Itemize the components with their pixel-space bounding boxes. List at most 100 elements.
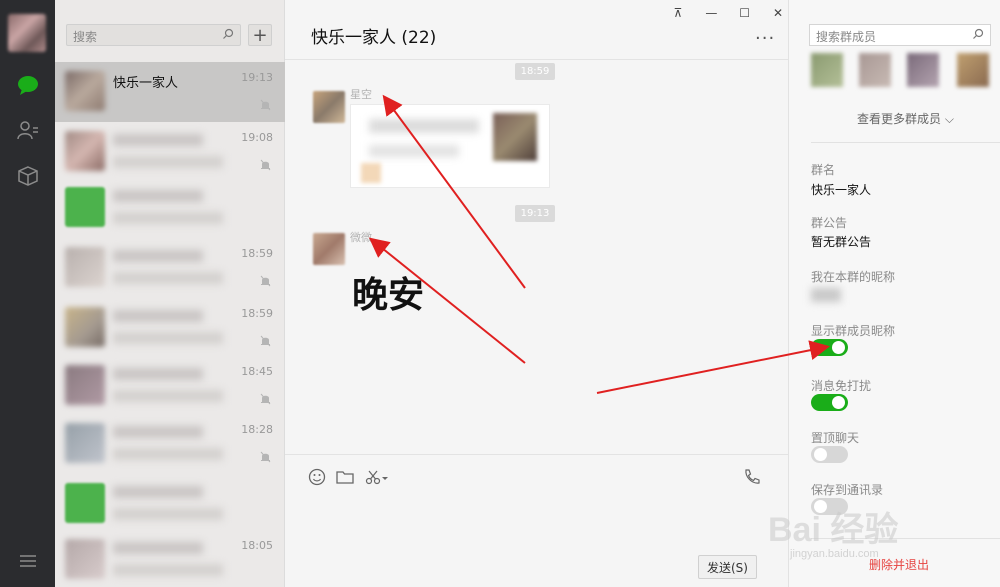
show-nickname-toggle[interactable] — [811, 339, 848, 356]
user-avatar[interactable] — [8, 14, 46, 52]
plus-icon: + — [252, 24, 268, 46]
chat-preview-blurred — [113, 564, 223, 576]
left-navigation-rail — [0, 0, 55, 587]
chat-preview-blurred — [113, 508, 223, 520]
chat-avatar — [65, 483, 105, 523]
group-name-label: 群名 — [811, 163, 836, 177]
chat-nav-button[interactable] — [0, 67, 55, 103]
mute-bell-icon — [260, 448, 271, 467]
sender-name: 微微 — [350, 231, 372, 244]
menu-icon — [19, 555, 36, 567]
chat-preview-blurred — [113, 390, 223, 402]
more-options-button[interactable]: ··· — [755, 28, 775, 49]
member-search-input[interactable]: 搜索群成员 — [809, 24, 991, 46]
search-placeholder: 搜索 — [73, 30, 98, 44]
mute-toggle[interactable] — [811, 394, 848, 411]
chat-name-blurred — [113, 250, 203, 262]
save-contacts-label: 保存到通讯录 — [811, 483, 884, 497]
collection-nav-button[interactable] — [0, 158, 55, 194]
chat-title: 快乐一家人 (22) — [311, 28, 437, 48]
my-nickname-value-blurred[interactable] — [811, 288, 841, 302]
pin-chat-toggle[interactable] — [811, 446, 848, 463]
chat-list-item[interactable]: 18:28 — [55, 414, 285, 474]
view-more-members-link[interactable]: 查看更多群成员 ⌵ — [857, 110, 954, 127]
mute-bell-icon — [260, 332, 271, 351]
shared-card-bubble[interactable] — [350, 104, 550, 188]
member-avatar[interactable] — [907, 53, 939, 87]
divider — [811, 142, 1000, 143]
close-button[interactable]: ✕ — [768, 6, 788, 24]
chat-list-item[interactable]: 18:05 — [55, 530, 285, 587]
chat-preview-blurred — [113, 272, 223, 284]
chat-name-blurred — [113, 368, 203, 380]
call-icon — [745, 469, 760, 484]
group-name-value[interactable]: 快乐一家人 — [811, 181, 871, 198]
add-chat-button[interactable]: + — [248, 24, 272, 46]
sender-avatar[interactable] — [313, 233, 345, 265]
folder-icon — [336, 471, 354, 484]
chat-list-item[interactable]: 18:59 — [55, 298, 285, 358]
member-avatar[interactable] — [859, 53, 891, 87]
chat-avatar — [65, 423, 105, 463]
sender-avatar[interactable] — [313, 91, 345, 123]
contacts-icon — [16, 121, 38, 140]
chat-name: 快乐一家人 — [113, 76, 179, 91]
goodnight-sticker[interactable]: 晚安 — [352, 266, 424, 318]
chat-preview-blurred — [113, 156, 223, 168]
pin-window-button[interactable]: ⊼ — [668, 6, 688, 24]
member-avatar[interactable] — [957, 53, 989, 87]
chat-avatar — [65, 71, 105, 111]
mute-bell-icon — [260, 96, 271, 115]
settings-menu-button[interactable] — [0, 549, 55, 573]
chat-name-blurred — [113, 190, 203, 202]
emoji-button[interactable] — [307, 467, 327, 487]
send-file-button[interactable] — [335, 467, 355, 487]
member-avatar[interactable] — [811, 53, 843, 87]
send-button[interactable]: 发送(S) — [698, 555, 757, 579]
chat-list-item[interactable]: 18:45 — [55, 356, 285, 416]
maximize-button[interactable]: ☐ — [735, 6, 755, 24]
chat-list-item[interactable] — [55, 474, 285, 534]
mute-bell-icon — [260, 390, 271, 409]
baidu-watermark: Bai 经验 — [768, 502, 898, 551]
chat-list-item[interactable]: 19:08 — [55, 122, 285, 182]
voice-call-button[interactable] — [742, 467, 762, 487]
watermark-url: jingyan.baidu.com — [790, 548, 879, 560]
sender-name: 星空 — [350, 88, 372, 101]
screenshot-button[interactable] — [363, 467, 393, 487]
contacts-nav-button[interactable] — [0, 112, 55, 148]
mute-label: 消息免打扰 — [811, 379, 872, 393]
time-stamp: 19:13 — [515, 205, 555, 222]
chat-list-item[interactable]: 18:59 — [55, 238, 285, 298]
my-nickname-label: 我在本群的昵称 — [811, 270, 896, 284]
chat-time: 18:05 — [241, 539, 273, 552]
group-notice-value[interactable]: 暂无群公告 — [811, 233, 871, 250]
chat-preview-blurred — [113, 332, 223, 344]
chat-name-blurred — [113, 542, 203, 554]
chat-list-item[interactable]: 快乐一家人 19:13 — [55, 62, 285, 122]
scissors-icon — [365, 470, 388, 485]
chat-icon — [17, 76, 38, 95]
chat-search-input[interactable]: 搜索 — [66, 24, 241, 46]
message-input-area[interactable]: 发送(S) — [285, 454, 788, 587]
mute-bell-icon — [260, 272, 271, 291]
group-notice-label: 群公告 — [811, 216, 848, 230]
chat-time: 18:28 — [241, 423, 273, 436]
chat-preview-blurred — [113, 212, 223, 224]
pin-chat-label: 置顶聊天 — [811, 431, 860, 445]
show-nickname-label: 显示群成员昵称 — [811, 324, 896, 338]
chat-list-item[interactable] — [55, 178, 285, 238]
chat-name-blurred — [113, 426, 203, 438]
chat-avatar — [65, 187, 105, 227]
chat-avatar — [65, 539, 105, 579]
chat-name-blurred — [113, 486, 203, 498]
chat-name-blurred — [113, 310, 203, 322]
mute-bell-icon — [260, 156, 271, 175]
minimize-button[interactable]: — — [701, 6, 721, 24]
chat-time: 19:08 — [241, 131, 273, 144]
chat-time: 18:59 — [241, 247, 273, 260]
chat-time: 18:59 — [241, 307, 273, 320]
chat-avatar — [65, 131, 105, 171]
chat-avatar — [65, 247, 105, 287]
chat-name-blurred — [113, 134, 203, 146]
